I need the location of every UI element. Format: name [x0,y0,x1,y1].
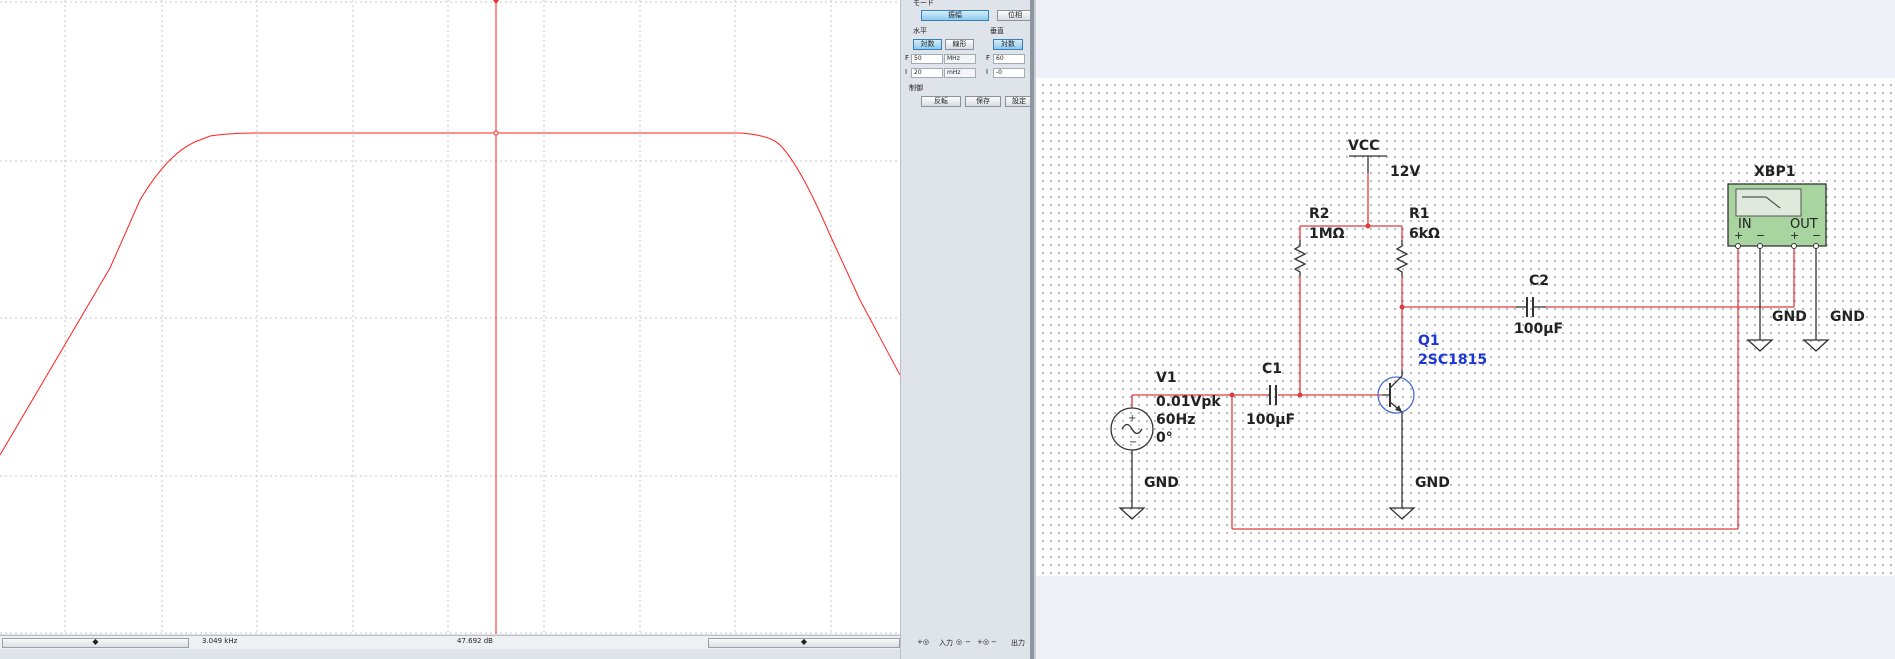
c1-label: C1 [1262,361,1282,377]
q1-part: 2SC1815 [1418,352,1487,368]
h-final-field[interactable]: 50 [911,54,943,64]
schematic-svg: VCC 12V R2 1MΩ R1 6kΩ C2 100μF C1 100μF … [1110,138,1865,530]
cursor-magnitude-readout: 47.692 dB [457,637,493,645]
xbp1-label: XBP1 [1754,164,1795,180]
ground-icon [1388,507,1416,520]
arrow-left-icon: ◆ [92,637,99,646]
vertical-label: 垂直 [990,27,1004,35]
vertical-log-button[interactable]: 対数 [993,39,1023,50]
v1-label: V1 [1156,370,1177,386]
h-initial-prefix: I [905,68,908,76]
junction-dot [1365,223,1371,229]
h-initial-field[interactable]: 20 [911,68,943,78]
bode-plotter-window: ◆ 3.049 kHz 47.692 dB ◆ モード 振幅 位相 水平 垂直 … [0,0,1033,659]
schematic-sheet[interactable]: VCC 12V R2 1MΩ R1 6kΩ C2 100μF C1 100μF … [1036,78,1895,576]
vcc-label: VCC [1348,138,1379,154]
capacitor-c2-icon [1516,297,1546,317]
wires [1131,173,1795,530]
ac-source-v1-icon: + − [1110,407,1154,451]
cursor-point [493,130,499,136]
v-initial-prefix: I [986,68,989,76]
v-final-prefix: F [986,54,991,62]
mode-label: モード [913,0,934,7]
xbp1-pin-in-minus: − [1756,229,1765,242]
horizontal-linear-button[interactable]: 線形 [945,39,974,50]
gnd-label-in: GND [1772,309,1807,325]
r1-value: 6kΩ [1409,226,1440,242]
gnd-label-v1: GND [1144,475,1179,491]
phase-mode-button[interactable]: 位相 [997,10,1033,21]
v-final-field[interactable]: 60 [993,54,1025,64]
terminal-dot-icon: ◎ [983,638,990,646]
c2-label: C2 [1529,273,1549,289]
input-plus-terminal: + [917,638,923,646]
output-minus-terminal: − [991,638,997,646]
svg-text:−: − [1129,437,1137,448]
cursor-left-button[interactable]: ◆ [2,637,189,648]
input-label: 入力 [939,639,953,647]
gnd-label-out: GND [1830,309,1865,325]
magnitude-trace [0,132,900,456]
horizontal-log-button[interactable]: 対数 [913,39,942,50]
ground-icon [1802,339,1830,352]
c1-value: 100μF [1246,412,1295,428]
terminal-dot-icon: ◎ [956,638,963,646]
cursor-marker [493,0,499,4]
c2-value: 100μF [1514,321,1563,337]
output-label: 出力 [1011,639,1025,647]
xbp1-pin-in-plus: + [1734,229,1743,242]
cursor-status-bar: ◆ 3.049 kHz 47.692 dB ◆ [0,635,900,649]
resistor-r2-icon [1293,240,1307,276]
r1-label: R1 [1409,206,1430,222]
output-plus-terminal: + [977,638,983,646]
v1-frequency: 60Hz [1156,412,1195,428]
h-initial-unit[interactable]: mHz [944,68,976,78]
control-label: 制御 [909,84,923,92]
h-final-prefix: F [905,54,910,62]
schematic-workspace: VCC 12V R2 1MΩ R1 6kΩ C2 100μF C1 100μF … [1036,0,1895,659]
cursor-frequency-readout: 3.049 kHz [202,637,238,645]
r2-value: 1MΩ [1309,226,1345,242]
setup-button[interactable]: 設定 [1005,96,1033,107]
gnd-label-q1: GND [1415,475,1450,491]
q1-label: Q1 [1418,333,1440,349]
xbp1-pin-out-minus: − [1812,229,1821,242]
resistor-r1-icon [1395,240,1409,276]
arrow-right-icon: ◆ [800,637,808,646]
ground-icon [1118,507,1146,520]
ground-wires [1131,156,1817,508]
reverse-button[interactable]: 反転 [921,96,961,107]
xbp1-pin-out-plus: + [1790,229,1799,242]
junction-dot [1297,392,1303,398]
vcc-value: 12V [1390,164,1420,180]
transistor-q1-icon [1377,370,1415,414]
input-minus-terminal: − [965,638,971,646]
horizontal-label: 水平 [913,27,927,35]
v1-phase: 0° [1156,430,1173,446]
junction-dot [1399,304,1405,310]
v1-amplitude: 0.01Vpk [1156,394,1221,410]
capacitor-c1-icon [1268,385,1277,405]
save-button[interactable]: 保存 [965,96,1001,107]
junction-dot [1229,392,1235,398]
bode-plot-graph[interactable] [0,0,900,634]
svg-text:+: + [1128,413,1136,424]
v-initial-field[interactable]: -0 [993,68,1025,78]
bode-control-panel: モード 振幅 位相 水平 垂直 対数 線形 対数 F 50 MHz I 20 m… [900,0,1033,659]
bode-plot-svg [0,0,900,634]
r2-label: R2 [1309,206,1330,222]
cursor-right-button[interactable]: ◆ [708,637,900,648]
ground-icon [1746,339,1774,352]
magnitude-mode-button[interactable]: 振幅 [921,10,989,21]
h-final-unit[interactable]: MHz [944,54,976,64]
junctions [1229,223,1405,398]
terminal-dot-icon: ◎ [923,638,930,646]
